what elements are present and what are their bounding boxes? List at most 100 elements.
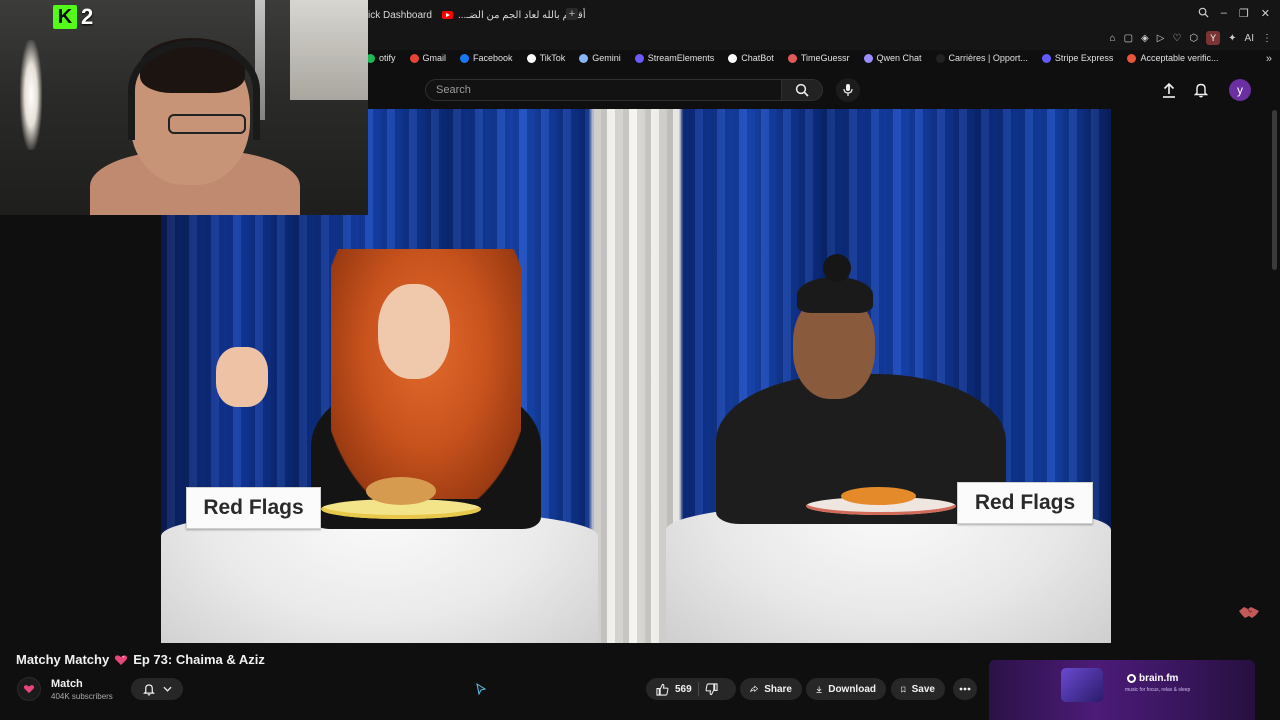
bookmark-favicon-icon xyxy=(935,53,945,63)
divider xyxy=(697,682,699,696)
bookmark-label: Acceptable verific... xyxy=(1140,53,1219,63)
bookmark-favicon-icon xyxy=(526,53,536,63)
dislike-button[interactable] xyxy=(705,682,718,696)
bookmark-item[interactable]: Facebook xyxy=(460,53,513,63)
microphone-icon xyxy=(843,84,853,96)
bookmark-item[interactable]: otify xyxy=(366,53,396,63)
account-avatar[interactable]: y xyxy=(1229,79,1251,101)
handshake-icon xyxy=(1239,607,1259,618)
man-hair xyxy=(797,277,873,313)
ad-phone-image xyxy=(1061,668,1103,702)
shield-icon[interactable]: ◈ xyxy=(1141,33,1149,44)
save-button[interactable]: Save xyxy=(891,678,945,700)
red-flags-sign-left: Red Flags xyxy=(186,487,321,529)
profile-extension-icon[interactable]: Y xyxy=(1206,31,1221,45)
new-tab-button[interactable]: + xyxy=(566,8,578,20)
food-right xyxy=(841,487,916,505)
sponsored-ad-card[interactable]: brain.fm music for focus, relax & sleep xyxy=(989,660,1255,720)
share-button[interactable]: Share xyxy=(740,678,802,700)
video-title-part-2: Ep 73: Chaima & Aziz xyxy=(133,652,265,667)
video-title-part-1: Matchy Matchy xyxy=(16,652,110,667)
heart-logo-icon xyxy=(23,685,35,694)
bookmark-item[interactable]: Carrières | Opport... xyxy=(935,53,1028,63)
video-title: Matchy Matchy Ep 73: Chaima & Aziz xyxy=(16,652,265,667)
thumbs-down-icon xyxy=(705,682,718,695)
share-label: Share xyxy=(764,683,792,695)
bookmark-favicon-icon xyxy=(409,53,419,63)
table-left xyxy=(161,511,598,643)
ad-tagline: music for focus, relax & sleep xyxy=(1125,687,1191,693)
bookmark-favicon-icon xyxy=(579,53,589,63)
chevron-down-icon xyxy=(162,686,172,692)
subscription-notifications-button[interactable] xyxy=(131,678,183,700)
bookmark-label: ChatBot xyxy=(741,53,774,63)
food-left xyxy=(366,477,436,505)
save-label: Save xyxy=(911,683,935,695)
bookmark-label: Stripe Express xyxy=(1054,53,1114,63)
like-button[interactable]: 569 xyxy=(656,683,692,696)
bookmark-favicon-icon xyxy=(863,53,873,63)
bell-icon xyxy=(142,683,155,696)
bookmark-favicon-icon xyxy=(460,53,470,63)
webcam-overlay: K 2 xyxy=(0,0,368,215)
pin-icon[interactable]: ⌂ xyxy=(1110,33,1116,44)
bookmark-label: Facebook xyxy=(473,53,513,63)
bookmark-item[interactable]: StreamElements xyxy=(634,53,714,63)
bookmark-favicon-icon xyxy=(1041,53,1051,63)
search-button[interactable] xyxy=(781,79,823,101)
mouse-cursor-icon xyxy=(476,683,486,695)
hearts-emoji-icon xyxy=(115,654,128,665)
screenshot-icon[interactable]: ▢ xyxy=(1124,33,1133,44)
woman-face xyxy=(378,284,450,379)
bookmark-favicon-icon xyxy=(787,53,797,63)
download-label: Download xyxy=(828,683,876,695)
restore-button[interactable]: ❐ xyxy=(1239,7,1249,21)
download-button[interactable]: Download xyxy=(806,678,886,700)
bookmark-label: Carrières | Opport... xyxy=(948,53,1028,63)
share-icon xyxy=(750,685,759,693)
bookmark-item[interactable]: Gmail xyxy=(409,53,447,63)
like-dislike-group: 569 xyxy=(646,678,736,700)
play-icon[interactable]: ▷ xyxy=(1157,33,1165,44)
notifications-button[interactable] xyxy=(1191,80,1211,100)
webcam-background-window xyxy=(290,0,368,100)
voice-search-button[interactable] xyxy=(836,78,860,102)
tab-dashboard[interactable]: ick Dashboard xyxy=(368,6,432,24)
bookmark-item[interactable]: TikTok xyxy=(526,53,565,63)
table-right xyxy=(666,504,1111,643)
woman-hand xyxy=(216,347,268,407)
channel-name[interactable]: Match xyxy=(51,678,83,690)
tab-youtube-video[interactable]: أقسم بالله لعاد الجم من الضـ... xyxy=(442,6,586,24)
bookmark-item[interactable]: Stripe Express xyxy=(1041,53,1114,63)
channel-avatar[interactable] xyxy=(17,677,41,701)
bookmark-item[interactable]: Gemini xyxy=(579,53,621,63)
minimize-button[interactable]: – xyxy=(1221,7,1227,21)
cube-icon[interactable]: ⬡ xyxy=(1189,33,1198,44)
bookmark-item[interactable]: TimeGuessr xyxy=(787,53,850,63)
bookmark-label: Gmail xyxy=(422,53,447,63)
like-count: 569 xyxy=(675,683,692,695)
browser-search-icon[interactable] xyxy=(1198,7,1209,21)
screen: ick Dashboard أقسم بالله لعاد الجم من ال… xyxy=(0,0,1280,720)
bookmark-label: Gemini xyxy=(592,53,621,63)
vpn-icon[interactable]: ✦ xyxy=(1228,33,1236,44)
kick-logo-icon: K xyxy=(53,5,77,29)
upload-button[interactable] xyxy=(1159,80,1179,100)
bookmark-item[interactable]: Qwen Chat xyxy=(863,53,922,63)
bookmark-item[interactable]: ChatBot xyxy=(728,53,774,63)
search-input[interactable] xyxy=(425,79,781,101)
heart-icon[interactable]: ♡ xyxy=(1172,33,1181,44)
menu-icon[interactable]: ⋮ xyxy=(1262,33,1272,44)
more-horizontal-icon xyxy=(959,687,971,691)
webcam-lamp xyxy=(20,40,42,150)
extension-toolbar: ⌂ ▢ ◈ ▷ ♡ ⬡ Y ✦ AI ⋮ xyxy=(1110,31,1272,45)
viewer-count-badge: K 2 xyxy=(53,3,105,31)
bookmarks-overflow-button[interactable]: » xyxy=(1266,53,1272,65)
download-icon xyxy=(816,685,822,693)
more-actions-button[interactable] xyxy=(953,678,977,700)
bookmark-label: otify xyxy=(379,53,396,63)
ai-extension-icon[interactable]: AI xyxy=(1245,33,1254,44)
close-button[interactable]: ✕ xyxy=(1261,7,1270,21)
page-scrollbar[interactable] xyxy=(1272,110,1277,270)
bookmark-item[interactable]: Acceptable verific... xyxy=(1127,53,1218,63)
